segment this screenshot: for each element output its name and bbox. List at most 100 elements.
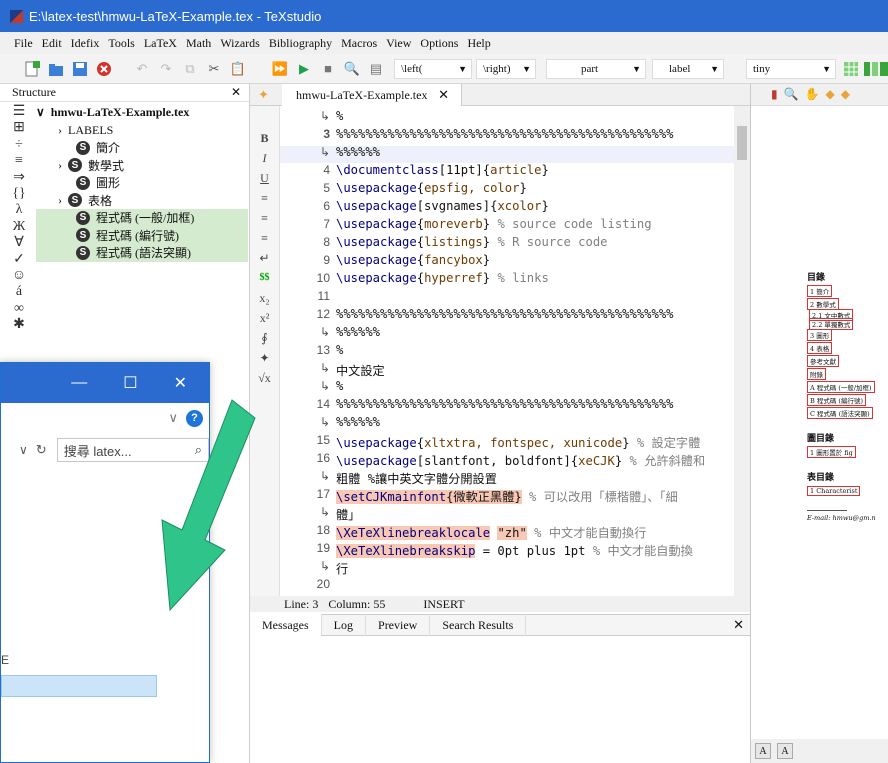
- refresh-icon[interactable]: ↻: [36, 442, 47, 458]
- menu-bibliography[interactable]: Bibliography: [269, 36, 332, 51]
- reference-combo[interactable]: label ▼: [652, 59, 724, 79]
- structure-view-icon[interactable]: ☰: [13, 104, 26, 119]
- misc-text-icon[interactable]: ✓: [13, 252, 25, 267]
- selected-file-row[interactable]: [1, 675, 157, 697]
- tree-labels[interactable]: › LABELS: [36, 122, 248, 140]
- tab-log[interactable]: Log: [322, 614, 367, 636]
- close-icon[interactable]: ✕: [231, 85, 241, 100]
- relation-icon[interactable]: ≡: [15, 153, 23, 168]
- superscript-icon[interactable]: x²: [260, 310, 270, 326]
- greek-icon[interactable]: λ: [16, 202, 23, 217]
- delimiters-icon[interactable]: {}: [12, 186, 25, 201]
- underline-icon[interactable]: U: [260, 170, 269, 186]
- section-combo[interactable]: part ▼: [546, 59, 646, 79]
- special-icon[interactable]: ☺: [12, 268, 26, 283]
- italic-icon[interactable]: I: [263, 150, 267, 166]
- tree-section-figures[interactable]: S 圖形: [36, 174, 248, 192]
- chevron-right-icon[interactable]: ›: [58, 123, 62, 138]
- table-grid-icon[interactable]: [842, 59, 860, 79]
- menu-math[interactable]: Math: [186, 36, 211, 51]
- menu-options[interactable]: Options: [420, 36, 458, 51]
- font-decrease-icon[interactable]: A: [755, 743, 771, 759]
- compile-icon[interactable]: ▶: [294, 59, 314, 79]
- fraction-icon[interactable]: ∮: [261, 330, 267, 346]
- newline-icon[interactable]: ↵: [259, 250, 269, 266]
- zoom-icon[interactable]: 🔍: [784, 87, 799, 102]
- table-columns-icon[interactable]: [862, 59, 880, 79]
- address-dropdown-icon[interactable]: ∨: [19, 443, 28, 457]
- prev-icon[interactable]: ◆: [826, 87, 835, 102]
- save-icon[interactable]: [70, 59, 90, 79]
- menu-macros[interactable]: Macros: [341, 36, 377, 51]
- tree-section-code-numbered[interactable]: S 程式碼 (編行號): [36, 226, 248, 244]
- editor-scrollbar[interactable]: [734, 106, 750, 596]
- toc-item[interactable]: 4 表格: [807, 341, 888, 354]
- asterisk-icon[interactable]: ✱: [13, 317, 25, 332]
- toc-item[interactable]: 參考文獻: [807, 354, 888, 367]
- sqrt-icon[interactable]: √x: [258, 370, 271, 386]
- favorites-icon[interactable]: ∞: [14, 301, 24, 316]
- operators-icon[interactable]: ÷: [15, 137, 23, 152]
- accents-icon[interactable]: á: [16, 284, 22, 299]
- tab-search-results[interactable]: Search Results: [430, 614, 527, 636]
- right-delimiter-combo[interactable]: \right) ▼: [476, 59, 536, 79]
- subscript-icon[interactable]: x₂: [259, 290, 269, 306]
- symbol-icon[interactable]: ✦: [259, 350, 269, 366]
- undo-icon[interactable]: ↶: [132, 59, 152, 79]
- tab-preview[interactable]: Preview: [366, 614, 431, 636]
- cyrillic-icon[interactable]: Ж: [13, 219, 26, 234]
- log-icon[interactable]: ▤: [366, 59, 386, 79]
- code-editor[interactable]: ↳ % 3 %%%%%%%%%%%%%%%%%%%%%%%%%%%%%%%%%%…: [280, 106, 734, 596]
- menu-file[interactable]: File: [14, 36, 33, 51]
- tree-section-code-highlight[interactable]: S 程式碼 (語法突顯): [36, 244, 248, 262]
- lot-item[interactable]: 1 Characterist: [807, 484, 888, 497]
- menu-idefix[interactable]: Idefix: [71, 36, 100, 51]
- menu-view[interactable]: View: [386, 36, 411, 51]
- menu-edit[interactable]: Edit: [42, 36, 62, 51]
- math-mode-icon[interactable]: $$: [260, 270, 270, 286]
- bookmarks-icon[interactable]: ⊞: [13, 120, 25, 135]
- maximize-icon[interactable]: ☐: [123, 373, 137, 393]
- tree-file-root[interactable]: ∨ hmwu-LaTeX-Example.tex: [36, 104, 248, 122]
- chevron-right-icon[interactable]: ›: [58, 193, 62, 208]
- scrollbar-thumb[interactable]: [737, 126, 747, 160]
- minimize-icon[interactable]: —: [71, 374, 87, 392]
- editor-tab[interactable]: hmwu-LaTeX-Example.tex ✕: [282, 84, 462, 106]
- toc-item[interactable]: C 程式碼 (語法突顯): [807, 406, 888, 419]
- bookmark-icon[interactable]: ✦: [258, 87, 269, 103]
- align-center-icon[interactable]: ≡: [261, 210, 268, 226]
- copy-icon[interactable]: ⧉: [180, 59, 200, 79]
- close-icon[interactable]: ✕: [438, 87, 449, 103]
- close-file-icon[interactable]: [94, 59, 114, 79]
- hand-tool-icon[interactable]: ✋: [805, 87, 820, 102]
- arrows-icon[interactable]: ⇒: [13, 170, 25, 185]
- tree-section-tables[interactable]: › S 表格: [36, 192, 248, 210]
- view-pdf-icon[interactable]: 🔍: [342, 59, 362, 79]
- close-icon[interactable]: ✕: [733, 617, 744, 633]
- bold-icon[interactable]: B: [260, 130, 268, 146]
- left-delimiter-combo[interactable]: \left(▼: [394, 59, 472, 79]
- toc-item[interactable]: 附錄: [807, 367, 888, 380]
- toc-item[interactable]: A 程式碼 (一般/加框): [807, 380, 888, 393]
- new-file-icon[interactable]: [22, 59, 42, 79]
- menu-help[interactable]: Help: [467, 36, 490, 51]
- align-left-icon[interactable]: ≡: [261, 190, 268, 206]
- chevron-down-icon[interactable]: ∨: [36, 105, 45, 120]
- tree-section-math[interactable]: › S 數學式: [36, 157, 248, 175]
- paste-icon[interactable]: 📋: [228, 59, 248, 79]
- next-icon[interactable]: ◆: [841, 87, 850, 102]
- size-combo[interactable]: tiny ▼: [746, 59, 836, 79]
- toc-item[interactable]: 3 圖形: [807, 328, 888, 341]
- bookmark-icon[interactable]: ▮: [771, 87, 778, 102]
- stop-icon[interactable]: ■: [318, 59, 338, 79]
- tree-section-intro[interactable]: S 簡介: [36, 139, 248, 157]
- toc-item[interactable]: 1 簡介: [807, 284, 888, 297]
- align-right-icon[interactable]: ≡: [261, 230, 268, 246]
- toc-item[interactable]: B 程式碼 (編行號): [807, 393, 888, 406]
- menu-wizards[interactable]: Wizards: [220, 36, 260, 51]
- open-file-icon[interactable]: [46, 59, 66, 79]
- chevron-right-icon[interactable]: ›: [58, 158, 62, 173]
- tree-section-code-plain[interactable]: S 程式碼 (一般/加框): [36, 209, 248, 227]
- cut-icon[interactable]: ✂: [204, 59, 224, 79]
- font-increase-icon[interactable]: A: [777, 743, 793, 759]
